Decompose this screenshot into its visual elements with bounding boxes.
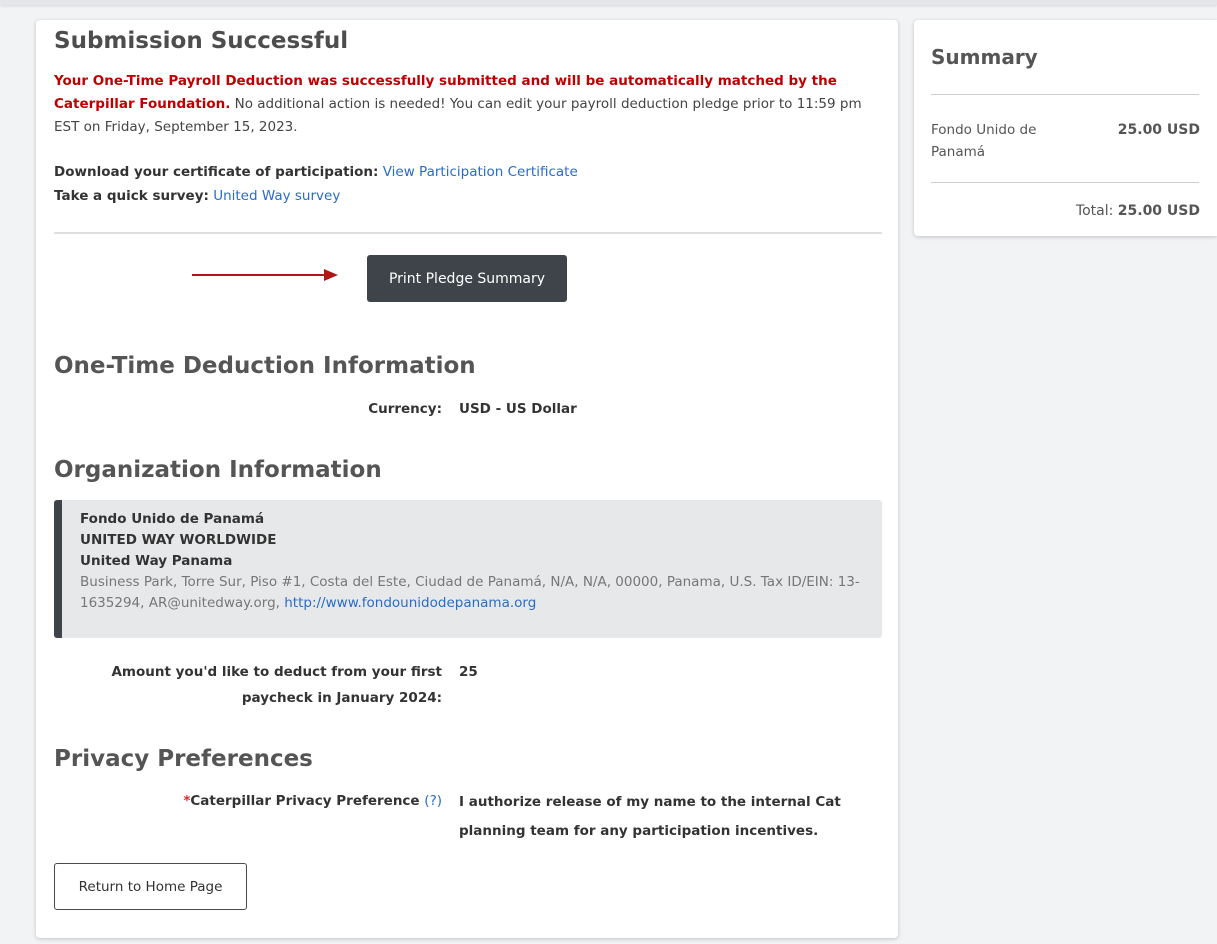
summary-divider-top — [931, 94, 1199, 95]
amount-value: 25 — [459, 664, 478, 680]
organization-local-name: United Way Panama — [80, 553, 233, 569]
survey-line: Take a quick survey: United Way survey — [54, 186, 340, 206]
success-message: Your One-Time Payroll Deduction was succ… — [54, 70, 884, 139]
pledge-confirmation-panel: Submission Successful Your One-Time Payr… — [36, 20, 898, 938]
survey-label: Take a quick survey: — [54, 188, 209, 204]
privacy-value-line2: planning team for any participation ince… — [459, 823, 819, 839]
certificate-label: Download your certificate of participati… — [54, 164, 379, 180]
organization-parent: UNITED WAY WORLDWIDE — [80, 532, 277, 548]
summary-total-label: Total: — [1075, 203, 1114, 219]
privacy-help-link[interactable]: (?) — [424, 793, 442, 809]
privacy-preferences-title: Privacy Preferences — [54, 746, 313, 772]
currency-value: USD - US Dollar — [459, 401, 577, 417]
summary-org-amount: 25.00 USD — [1117, 122, 1200, 138]
summary-panel: Summary Fondo Unido de Panamá 25.00 USD … — [914, 20, 1217, 236]
print-pledge-summary-button[interactable]: Print Pledge Summary — [367, 255, 567, 302]
right-arrow-icon — [192, 269, 338, 281]
organization-website-link[interactable]: http://www.fondounidodepanama.org — [284, 595, 536, 611]
privacy-preference-label: *Caterpillar Privacy Preference (?) — [96, 788, 442, 814]
return-home-button[interactable]: Return to Home Page — [54, 863, 247, 910]
submission-success-title: Submission Successful — [54, 28, 349, 54]
amount-label-line2: paycheck in January 2024: — [241, 690, 442, 706]
summary-org-name: Fondo Unido de Panamá — [931, 122, 1037, 160]
organization-address: Business Park, Torre Sur, Piso #1, Costa… — [80, 572, 882, 614]
section-divider — [54, 232, 882, 234]
view-certificate-link[interactable]: View Participation Certificate — [383, 164, 578, 180]
organization-name: Fondo Unido de Panamá — [80, 511, 265, 527]
deduction-info-title: One-Time Deduction Information — [54, 353, 476, 379]
privacy-label-text: Caterpillar Privacy Preference — [190, 793, 420, 809]
amount-label: Amount you'd like to deduct from your fi… — [76, 659, 442, 711]
privacy-preference-value: I authorize release of my name to the in… — [459, 788, 841, 846]
certificate-line: Download your certificate of participati… — [54, 162, 578, 182]
summary-total-amount: 25.00 USD — [1117, 203, 1200, 219]
summary-divider-bottom — [931, 182, 1199, 183]
top-bar — [0, 0, 1217, 5]
organization-card: Fondo Unido de Panamá UNITED WAY WORLDWI… — [54, 500, 882, 638]
summary-title: Summary — [931, 45, 1038, 69]
currency-label: Currency: — [368, 401, 442, 417]
summary-total: Total: 25.00 USD — [1076, 200, 1200, 222]
privacy-value-line1: I authorize release of my name to the in… — [459, 794, 841, 810]
survey-link[interactable]: United Way survey — [213, 188, 340, 204]
organization-info-title: Organization Information — [54, 457, 382, 483]
amount-label-line1: Amount you'd like to deduct from your fi… — [111, 664, 442, 680]
